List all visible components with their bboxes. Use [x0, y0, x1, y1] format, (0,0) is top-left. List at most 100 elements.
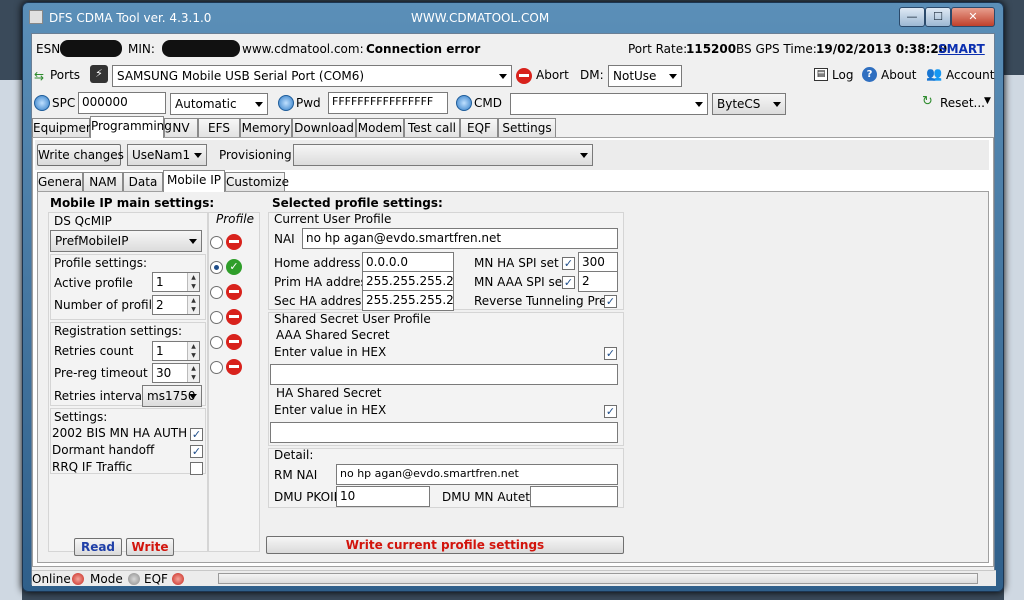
smart-link[interactable]: SMART: [938, 42, 985, 56]
subtab-data[interactable]: Data: [123, 172, 163, 192]
tab-programming[interactable]: Programming: [90, 116, 172, 138]
selected-profile-title: Selected profile settings:: [272, 196, 443, 210]
background-window-left: [0, 80, 22, 600]
rm-nai-label: RM NAI: [274, 468, 318, 482]
write-button[interactable]: Write: [126, 538, 174, 556]
home-address-input[interactable]: 0.0.0.0: [362, 252, 454, 273]
stepper-arrows-icon[interactable]: ▲ ▼: [187, 296, 199, 314]
dm-select[interactable]: NotUse: [608, 65, 682, 87]
ha-hex-checkbox[interactable]: ✓: [604, 405, 617, 418]
about-button[interactable]: About: [881, 68, 916, 82]
spc-input[interactable]: 000000: [78, 92, 166, 114]
number-profiles-value: 2: [156, 298, 164, 312]
tab-eqf[interactable]: EQF: [460, 118, 498, 138]
tab-equipment[interactable]: Equipment: [32, 118, 98, 138]
write-changes-button[interactable]: Write changes: [37, 144, 124, 166]
tab-download[interactable]: Download: [292, 118, 356, 138]
rrq-traffic-checkbox[interactable]: [190, 462, 203, 475]
eqf-label: EQF: [144, 572, 168, 586]
spc-mode-value: Automatic: [175, 97, 237, 111]
rm-nai-input[interactable]: no hp agan@evdo.smartfren.net: [336, 464, 618, 485]
stepper-arrows-icon[interactable]: ▲ ▼: [187, 273, 199, 291]
registration-label: Registration settings:: [54, 324, 183, 338]
write-current-profile-button[interactable]: Write current profile settings: [266, 536, 624, 554]
stepper-arrows-icon[interactable]: ▲ ▼: [187, 364, 199, 382]
reset-button[interactable]: Reset...: [940, 96, 985, 110]
retries-count-stepper[interactable]: 1 ▲ ▼: [152, 341, 200, 361]
esn-redacted: [60, 40, 122, 57]
background-window-right: [1004, 75, 1024, 600]
aaa-shared-secret-label: AAA Shared Secret: [276, 328, 390, 342]
number-profiles-stepper[interactable]: 2 ▲ ▼: [152, 295, 200, 315]
bis-auth-checkbox[interactable]: ✓: [190, 428, 203, 441]
account-icon: 👥: [926, 67, 943, 82]
gps-time: 19/02/2013 0:38:20: [816, 42, 948, 56]
read-button[interactable]: Read: [74, 538, 122, 556]
pwd-label: Pwd: [296, 96, 321, 110]
prereg-timeout-stepper[interactable]: 30 ▲ ▼: [152, 363, 200, 383]
log-button[interactable]: Log: [832, 68, 853, 82]
profile-radio-3[interactable]: [210, 286, 223, 299]
cmd-select[interactable]: [510, 93, 708, 115]
aaa-hex-checkbox[interactable]: ✓: [604, 347, 617, 360]
dmu-mn-auteth-input[interactable]: [530, 486, 618, 507]
sec-ha-input[interactable]: 255.255.255.255: [362, 290, 454, 311]
info-row: ESN: MIN: www.cdmatool.com: Connection e…: [32, 40, 996, 58]
pwd-icon: [278, 95, 294, 111]
subtab-general[interactable]: General: [37, 172, 85, 192]
profile-radio-6[interactable]: [210, 361, 223, 374]
site-label: www.cdmatool.com:: [242, 42, 364, 56]
tab-test-call[interactable]: Test call: [404, 118, 460, 138]
mn-ha-spi-checkbox[interactable]: ✓: [562, 257, 575, 270]
mn-ha-spi-label: MN HA SPI set: [474, 256, 559, 270]
profile-radio-4[interactable]: [210, 311, 223, 324]
dormant-handoff-checkbox[interactable]: ✓: [190, 445, 203, 458]
port-rate-label: Port Rate:: [628, 42, 688, 56]
bytecs-select[interactable]: ByteCS: [712, 93, 786, 115]
mn-ha-spi-input[interactable]: 300: [578, 252, 618, 273]
ports-icon: ⇆: [34, 69, 45, 83]
stepper-arrows-icon[interactable]: ▲ ▼: [187, 342, 199, 360]
port-select[interactable]: SAMSUNG Mobile USB Serial Port (COM6): [112, 65, 512, 87]
profile-radio-5[interactable]: [210, 336, 223, 349]
subtab-customize[interactable]: Customize: [225, 172, 289, 192]
dmu-pkoid-label: DMU PKOID: [274, 490, 343, 504]
tab-settings[interactable]: Settings: [498, 118, 556, 138]
reverse-tunneling-checkbox[interactable]: ✓: [604, 295, 617, 308]
detail-label: Detail:: [274, 448, 314, 462]
chevron-down-icon: [189, 394, 197, 399]
close-button[interactable]: ✕: [951, 7, 995, 27]
aaa-secret-input[interactable]: [270, 364, 618, 385]
ports-button[interactable]: Ports: [50, 68, 80, 82]
subtab-nam[interactable]: NAM: [83, 172, 123, 192]
active-profile-value: 1: [156, 275, 164, 289]
profile-radio-2[interactable]: [210, 261, 223, 274]
tab-memory[interactable]: Memory: [240, 118, 292, 138]
nam-select[interactable]: UseNam1: [127, 144, 207, 166]
tab-efs[interactable]: EFS: [198, 118, 240, 138]
account-button[interactable]: Account: [946, 68, 994, 82]
subtab-mobile-ip[interactable]: Mobile IP: [163, 170, 225, 192]
mn-aaa-spi-checkbox[interactable]: ✓: [562, 276, 575, 289]
abort-button[interactable]: Abort: [536, 68, 569, 82]
dmu-pkoid-input[interactable]: 10: [336, 486, 430, 507]
mn-aaa-spi-input[interactable]: 2: [578, 271, 618, 292]
active-profile-stepper[interactable]: 1 ▲ ▼: [152, 272, 200, 292]
ha-secret-input[interactable]: [270, 422, 618, 443]
spc-icon: [34, 95, 50, 111]
spc-mode-select[interactable]: Automatic: [170, 93, 268, 115]
reset-menu-icon[interactable]: ▼: [984, 96, 991, 106]
prim-ha-input[interactable]: 255.255.255.255: [362, 271, 454, 292]
abort-icon: [516, 68, 532, 84]
provisioning-select[interactable]: [293, 144, 593, 166]
current-user-profile-label: Current User Profile: [274, 212, 392, 226]
profile-radio-1[interactable]: [210, 236, 223, 249]
mn-aaa-spi-label: MN AAA SPI set: [474, 275, 567, 289]
minimize-button[interactable]: —: [899, 7, 925, 27]
ds-qcmip-select[interactable]: PrefMobileIP: [50, 230, 202, 252]
tab-modem[interactable]: Modem: [356, 118, 404, 138]
maximize-button[interactable]: ☐: [925, 7, 951, 27]
nai-input[interactable]: no hp agan@evdo.smartfren.net: [302, 228, 618, 249]
retries-interval-select[interactable]: ms1750: [142, 385, 202, 407]
pwd-input[interactable]: FFFFFFFFFFFFFFFF: [328, 92, 448, 114]
